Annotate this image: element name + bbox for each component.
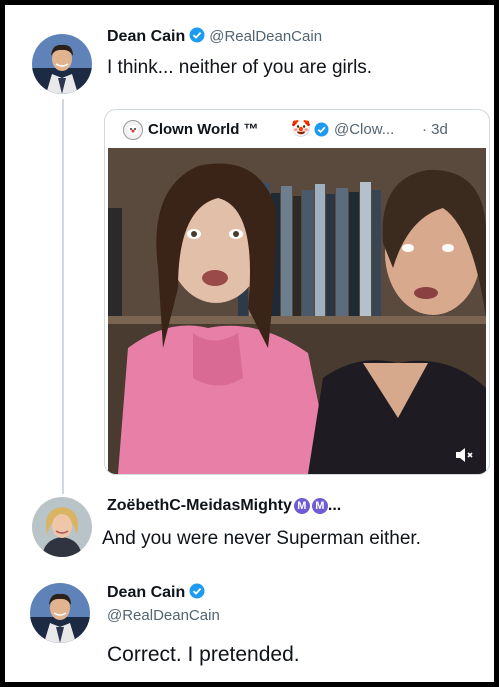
screenshot-frame: Dean Cain @RealDeanCain I think... neithe… [0, 0, 499, 687]
avatar-photo [30, 583, 90, 643]
verified-badge-icon [189, 27, 205, 48]
meidas-badge-icon: M [311, 498, 328, 514]
clown-emoji-icon: 🤡 [291, 121, 311, 138]
tweet1-author-handle[interactable]: @RealDeanCain [209, 28, 322, 45]
quoted-author-handle[interactable]: @Clow... [334, 121, 394, 138]
verified-badge-icon [189, 583, 205, 604]
quoted-video[interactable] [108, 148, 486, 474]
avatar-dean-cain[interactable] [32, 34, 92, 94]
quoted-tweet-card[interactable]: Clown World ™ 🤡 @Clow... · 3d [104, 109, 490, 475]
reply1-author-name[interactable]: ZoëbethC-MeidasMighty [107, 497, 292, 514]
reply1-name-ellipsis: ... [327, 497, 342, 514]
reply2-author-name[interactable]: Dean Cain [107, 584, 185, 601]
avatar-zoebethc[interactable] [32, 497, 92, 557]
quoted-tweet-header: Clown World ™ 🤡 @Clow... · 3d [105, 110, 489, 148]
thread-connector-line [62, 99, 64, 494]
reply1-author-row: ZoëbethC-MeidasMighty M M... [107, 497, 341, 515]
avatar-photo [32, 497, 92, 557]
meidas-badge-icon: M [293, 498, 310, 514]
mute-volume-icon[interactable] [454, 446, 476, 464]
tweet1-author-name[interactable]: Dean Cain [107, 28, 185, 45]
reply1-text: And you were never Superman either. [102, 528, 421, 549]
quoted-timestamp[interactable]: · 3d [422, 121, 448, 138]
quoted-author-name[interactable]: Clown World ™ [148, 121, 259, 138]
reply2-text: Correct. I pretended. [107, 643, 300, 666]
avatar-dean-cain[interactable] [30, 583, 90, 643]
tweet1-author-row: Dean Cain @RealDeanCain [107, 27, 322, 48]
video-frame-image [108, 148, 486, 474]
verified-badge-icon [314, 122, 329, 141]
avatar-photo [32, 34, 92, 94]
tweet1-text: I think... neither of you are girls. [107, 57, 373, 78]
reply2-author-handle[interactable]: @RealDeanCain [107, 607, 220, 624]
clown-world-avatar-icon [123, 120, 143, 144]
reply2-author-row: Dean Cain [107, 583, 209, 604]
